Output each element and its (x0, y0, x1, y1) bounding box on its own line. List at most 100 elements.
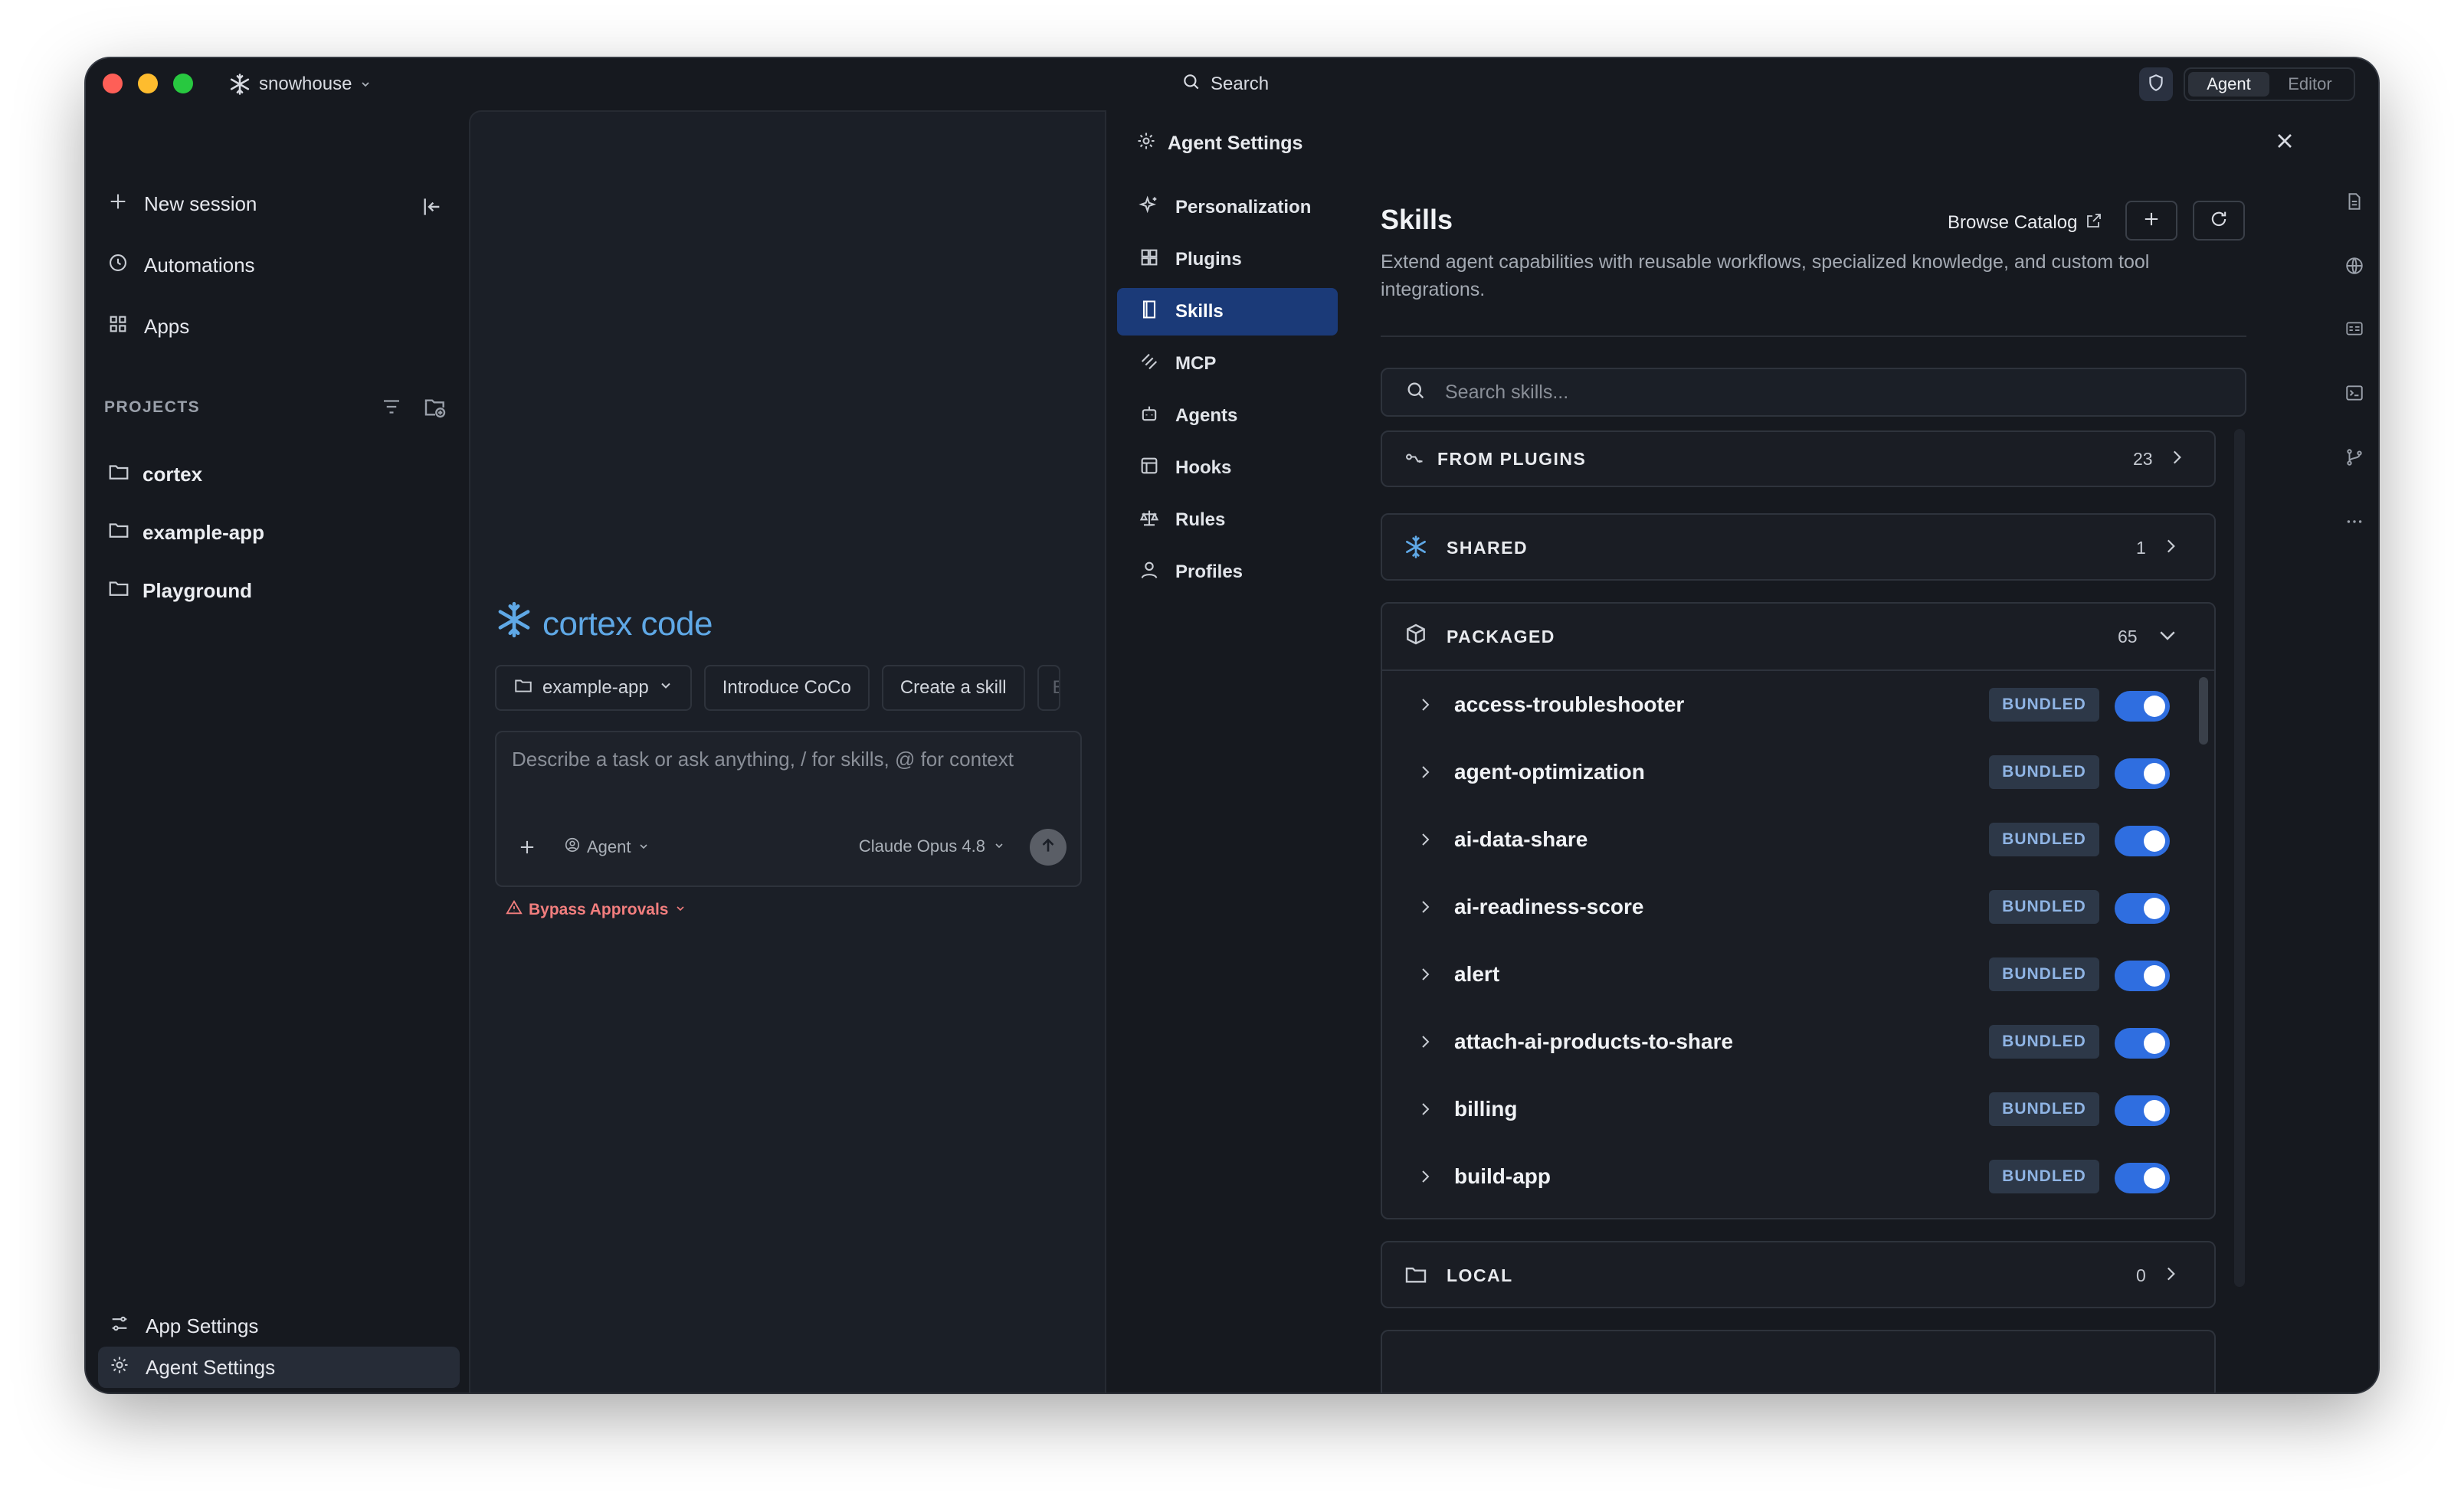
security-button[interactable] (2139, 67, 2173, 101)
nav-skills[interactable]: Skills (1117, 288, 1338, 336)
skill-toggle[interactable] (2115, 691, 2170, 722)
nav-personalization[interactable]: Personalization (1117, 184, 1338, 231)
project-item[interactable]: cortex (107, 455, 202, 493)
model-selector[interactable]: Claude Opus 4.8 (859, 836, 1005, 856)
close-icon[interactable] (2272, 129, 2297, 157)
chevron-right-icon[interactable] (1416, 696, 1434, 718)
chevron-right-icon[interactable] (1416, 830, 1434, 853)
skill-row[interactable]: ai-data-share BUNDLED (1382, 806, 2187, 873)
skill-toggle[interactable] (2115, 893, 2170, 924)
skill-toggle[interactable] (2115, 758, 2170, 789)
filter-icon[interactable] (380, 395, 403, 422)
search-input[interactable] (1443, 380, 2133, 404)
page-title: Skills (1381, 204, 1453, 235)
bundled-badge: BUNDLED (1989, 688, 2099, 722)
mode-agent[interactable]: Agent (2188, 72, 2269, 97)
puzzle-icon (1139, 247, 1160, 273)
group-header: FROM PLUGINS 23 (1382, 432, 2214, 486)
terminal-icon[interactable] (2344, 383, 2364, 407)
skill-toggle[interactable] (2115, 826, 2170, 856)
suggestion-chip[interactable]: Create a skill (881, 665, 1025, 711)
app-window: snowhouse Search Agent Editor New sessio… (86, 58, 2378, 1393)
project-item[interactable]: example-app (107, 513, 264, 552)
inner-scrollbar[interactable] (2199, 677, 2208, 745)
nav-hooks[interactable]: Hooks (1117, 444, 1338, 492)
chevron-right-icon[interactable] (1416, 965, 1434, 987)
composer[interactable]: Describe a task or ask anything, / for s… (495, 731, 1082, 887)
scrollbar-track[interactable] (2234, 429, 2245, 1287)
brand-name: cortex code (542, 604, 713, 643)
chevron-right-icon[interactable] (1416, 1033, 1434, 1055)
minimize-window-button[interactable] (138, 74, 158, 93)
skill-list: access-troubleshooter BUNDLED agent-opti… (1382, 671, 2214, 1216)
skill-row[interactable]: attach-ai-products-to-share BUNDLED (1382, 1008, 2187, 1075)
git-branch-icon[interactable] (2344, 447, 2364, 471)
add-skill-button[interactable] (2125, 201, 2177, 241)
apps-link[interactable]: Apps (107, 305, 444, 348)
plus-icon (107, 191, 129, 218)
skill-row[interactable]: alert BUNDLED (1382, 941, 2187, 1008)
group-local[interactable]: LOCAL 0 (1381, 1241, 2216, 1308)
chevron-right-icon[interactable] (1416, 898, 1434, 920)
nav-label: Hooks (1175, 457, 1232, 478)
workspace-selector[interactable]: snowhouse (228, 70, 372, 98)
agent-settings-link[interactable]: Agent Settings (98, 1347, 460, 1388)
group-shared[interactable]: SHARED 1 (1381, 513, 2216, 581)
skill-toggle[interactable] (2115, 1028, 2170, 1059)
bot-icon (1139, 403, 1160, 430)
add-project-icon[interactable] (423, 395, 447, 424)
browse-catalog-link[interactable]: Browse Catalog (1948, 204, 2103, 242)
skill-toggle[interactable] (2115, 1163, 2170, 1193)
group-from-plugins[interactable]: FROM PLUGINS 23 (1381, 430, 2216, 487)
global-search[interactable]: Search (1181, 70, 1269, 98)
app-settings-link[interactable]: App Settings (98, 1305, 460, 1347)
automations-link[interactable]: Automations (107, 244, 444, 286)
group-label: PACKAGED (1447, 627, 1555, 646)
skills-search-box[interactable] (1381, 368, 2246, 417)
chevron-right-icon[interactable] (1416, 1100, 1434, 1122)
nav-agents[interactable]: Agents (1117, 392, 1338, 440)
send-button[interactable] (1030, 829, 1067, 866)
chevron-down-icon (993, 836, 1005, 856)
more-icon[interactable] (2344, 512, 2364, 535)
skill-row[interactable]: ai-readiness-score BUNDLED (1382, 873, 2187, 941)
chevron-right-icon[interactable] (1416, 763, 1434, 785)
collapse-sidebar-icon[interactable] (420, 195, 444, 223)
skill-row[interactable]: build-app BUNDLED (1382, 1143, 2187, 1210)
search-icon (1405, 380, 1427, 405)
folder-icon (513, 676, 533, 701)
suggestion-chip[interactable]: E (1037, 665, 1060, 711)
group-count: 65 (2118, 627, 2138, 646)
nav-profiles[interactable]: Profiles (1117, 548, 1338, 596)
nav-plugins[interactable]: Plugins (1117, 236, 1338, 283)
globe-icon[interactable] (2344, 256, 2364, 280)
bundled-badge: BUNDLED (1989, 823, 2099, 856)
skill-toggle[interactable] (2115, 961, 2170, 991)
close-window-button[interactable] (103, 74, 123, 93)
nav-label: Plugins (1175, 249, 1242, 270)
bypass-approvals-toggle[interactable]: Bypass Approvals (506, 899, 686, 921)
mode-editor[interactable]: Editor (2269, 72, 2351, 97)
skills-main: Skills Browse Catalog Extend agent capab… (1381, 110, 2246, 1393)
snowflake-icon (495, 601, 533, 647)
group-header[interactable]: PACKAGED 65 (1382, 604, 2214, 669)
project-chip[interactable]: example-app (495, 665, 692, 711)
chevron-right-icon[interactable] (1416, 1167, 1434, 1190)
gear-icon (109, 1354, 130, 1381)
refresh-button[interactable] (2193, 201, 2245, 241)
suggestion-chip[interactable]: Introduce CoCo (703, 665, 870, 711)
skill-toggle[interactable] (2115, 1095, 2170, 1126)
external-link-icon (2085, 211, 2103, 235)
skill-row[interactable]: agent-optimization BUNDLED (1382, 738, 2187, 806)
zoom-window-button[interactable] (173, 74, 193, 93)
nav-mcp[interactable]: MCP (1117, 340, 1338, 388)
skill-row[interactable]: billing BUNDLED (1382, 1075, 2187, 1143)
attach-plus-icon[interactable] (516, 836, 538, 862)
agent-selector[interactable]: Agent (564, 836, 650, 858)
project-item[interactable]: Playground (107, 571, 252, 610)
sql-icon[interactable] (2344, 319, 2364, 342)
file-icon[interactable] (2344, 191, 2364, 215)
nav-rules[interactable]: Rules (1117, 496, 1338, 544)
new-session-button[interactable]: New session (107, 182, 444, 225)
skill-row[interactable]: access-troubleshooter BUNDLED (1382, 671, 2187, 738)
